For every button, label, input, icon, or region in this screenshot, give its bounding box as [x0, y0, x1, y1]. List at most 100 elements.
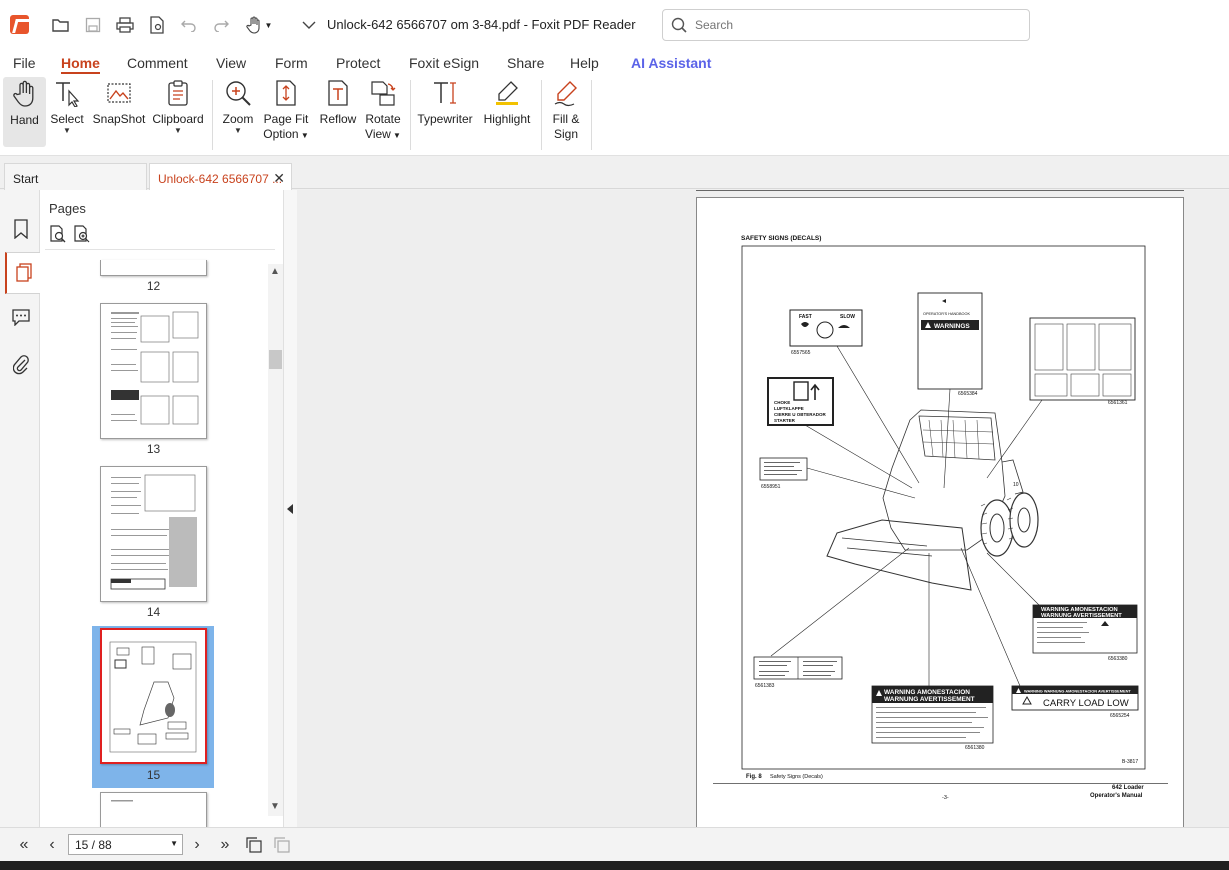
ribbon-separator — [541, 80, 542, 150]
svg-text:6557565: 6557565 — [791, 350, 811, 356]
select-button[interactable]: Select ▼ — [50, 78, 84, 135]
svg-text:WARNING WARNUNG AMONESTACI: WARNING WARNUNG AMONESTACION AVERTISSEME… — [1024, 689, 1131, 694]
clipboard-icon — [163, 78, 193, 108]
redo-icon[interactable] — [209, 13, 233, 37]
previous-page-icon[interactable]: ‹ — [43, 836, 61, 854]
page-fit-option-button[interactable]: Page Fit Option ▼ — [263, 78, 309, 143]
svg-text:WARNUNG AVERTISSEMENT: WARNUNG AVERTISSEMENT — [884, 696, 975, 703]
reflow-button[interactable]: Reflow — [319, 78, 357, 127]
ribbon-separator — [591, 80, 592, 150]
document-view[interactable]: SAFETY SIGNS (DECALS) FAST SLOW 6557565 … — [297, 190, 1229, 828]
undo-icon[interactable] — [177, 13, 201, 37]
decal-choke: CHOKE LUFTKLAPPE CIERRE U OBTERADOR STAR… — [767, 377, 834, 426]
scroll-up-icon[interactable]: ▲ — [270, 266, 280, 277]
navigation-sidebar — [0, 190, 41, 827]
svg-text:6558951: 6558951 — [761, 484, 781, 490]
menu-protect[interactable]: Protect — [336, 55, 380, 71]
page-dropdown-icon[interactable]: ▼ — [170, 839, 178, 848]
pages-scrollbar-thumb[interactable] — [269, 350, 282, 369]
menu-help[interactable]: Help — [570, 55, 599, 71]
svg-text:6561383: 6561383 — [755, 683, 775, 689]
save-icon[interactable] — [81, 13, 105, 37]
typewriter-button[interactable]: Typewriter — [417, 78, 473, 127]
menu-share[interactable]: Share — [507, 55, 544, 71]
page-thumbnail-12[interactable] — [100, 260, 207, 276]
fill-sign-icon — [551, 78, 581, 108]
menu-home[interactable]: Home — [61, 55, 100, 74]
page-thumbnail-number: 15 — [146, 768, 161, 782]
search-box[interactable] — [662, 9, 1030, 41]
search-icon — [671, 17, 687, 33]
menu-file[interactable]: File — [13, 55, 36, 71]
fill-and-sign-button[interactable]: Fill & Sign — [547, 78, 585, 142]
page-thumbnail-zoom-out-icon[interactable] — [49, 225, 67, 243]
menu-comment[interactable]: Comment — [127, 55, 188, 71]
svg-text:LUFTKLAPPE: LUFTKLAPPE — [774, 406, 804, 411]
tab-start[interactable]: Start — [4, 163, 147, 190]
next-view-icon[interactable] — [273, 836, 291, 854]
page-thumbnail-number: 12 — [146, 279, 161, 293]
page-thumbnail-13[interactable] — [100, 303, 207, 439]
page-thumbnail-15[interactable] — [100, 628, 207, 764]
svg-text:6565384: 6565384 — [958, 391, 978, 397]
pages-scrollbar[interactable] — [268, 264, 283, 816]
page-number-input[interactable]: 15 / 88 ▼ — [68, 834, 183, 855]
clipboard-button[interactable]: Clipboard ▼ — [152, 78, 204, 135]
panel-divider — [45, 249, 275, 250]
open-folder-icon[interactable] — [49, 13, 73, 37]
menu-form[interactable]: Form — [275, 55, 308, 71]
figure-reference: B-3817 — [1122, 759, 1138, 765]
hand-button[interactable]: Hand — [3, 77, 46, 147]
svg-text:OPERATOR'S HANDBOOK: OPERATOR'S HANDBOOK — [923, 312, 970, 316]
quick-access-dropdown-icon[interactable] — [297, 13, 321, 37]
bookmarks-icon[interactable] — [6, 214, 36, 244]
menu-view[interactable]: View — [216, 55, 246, 71]
next-page-icon[interactable]: › — [188, 836, 206, 854]
search-input[interactable] — [695, 16, 1015, 34]
pages-panel: Pages 12 13 14 15 — [40, 190, 283, 832]
highlight-button[interactable]: Highlight — [481, 78, 533, 127]
menu-foxit-esign[interactable]: Foxit eSign — [409, 55, 479, 71]
rotate-view-icon — [368, 78, 398, 108]
figure-caption-label: Fig. 8 — [746, 774, 762, 780]
ribbon-toolbar: Hand Select ▼ SnapShot Clipboard ▼ Zoom … — [0, 76, 1229, 156]
status-bar: « ‹ 15 / 88 ▼ › » — [0, 827, 1229, 861]
zoom-dropdown-icon[interactable]: ▼ — [234, 127, 242, 135]
clipboard-dropdown-icon[interactable]: ▼ — [174, 127, 182, 135]
pages-panel-icon[interactable] — [5, 252, 41, 294]
print-icon[interactable] — [113, 13, 137, 37]
foxit-logo-icon — [10, 15, 29, 34]
svg-text:CHOKE: CHOKE — [774, 400, 790, 405]
pdf-page[interactable]: SAFETY SIGNS (DECALS) FAST SLOW 6557565 … — [696, 197, 1184, 828]
panel-splitter[interactable] — [283, 190, 297, 827]
document-properties-icon[interactable] — [145, 13, 169, 37]
collapse-panel-icon[interactable] — [287, 504, 293, 514]
ribbon-separator — [212, 80, 213, 150]
attachments-icon[interactable] — [6, 349, 36, 379]
rotate-view-button[interactable]: Rotate View ▼ — [364, 78, 402, 143]
page-thumbnail-zoom-in-icon[interactable] — [73, 225, 91, 243]
comments-icon[interactable] — [6, 302, 36, 332]
page-thumbnail-14[interactable] — [100, 466, 207, 602]
decal-fast-slow: FAST SLOW 6557565 — [789, 309, 863, 356]
loader-callout: 10 — [1013, 482, 1019, 488]
last-page-icon[interactable]: » — [216, 836, 234, 854]
menu-ai-assistant[interactable]: AI Assistant — [631, 55, 711, 71]
tab-document[interactable]: Unlock-642 6566707 ... ✕ — [149, 163, 292, 190]
menu-bar: File Home Comment View Form Protect Foxi… — [0, 50, 1229, 76]
footer-manual: Operator's Manual — [1090, 793, 1143, 799]
previous-view-icon[interactable] — [245, 836, 263, 854]
svg-text:6565254: 6565254 — [1110, 713, 1130, 719]
zoom-button[interactable]: Zoom ▼ — [222, 78, 254, 135]
svg-text:CIERRE U OBTERADOR: CIERRE U OBTERADOR — [774, 412, 827, 417]
hand-tool-dropdown-icon[interactable]: ▼ — [243, 13, 275, 37]
snapshot-button[interactable]: SnapShot — [93, 78, 145, 127]
select-dropdown-icon[interactable]: ▼ — [63, 127, 71, 135]
page-thumbnail-16[interactable] — [100, 792, 207, 832]
close-tab-icon[interactable]: ✕ — [273, 170, 285, 187]
figure-caption: Safety Signs (Decals) — [770, 774, 823, 780]
scroll-down-icon[interactable]: ▼ — [270, 801, 280, 812]
first-page-icon[interactable]: « — [15, 836, 33, 854]
previous-page-edge — [696, 190, 1184, 191]
page-number: -3- — [942, 795, 949, 801]
